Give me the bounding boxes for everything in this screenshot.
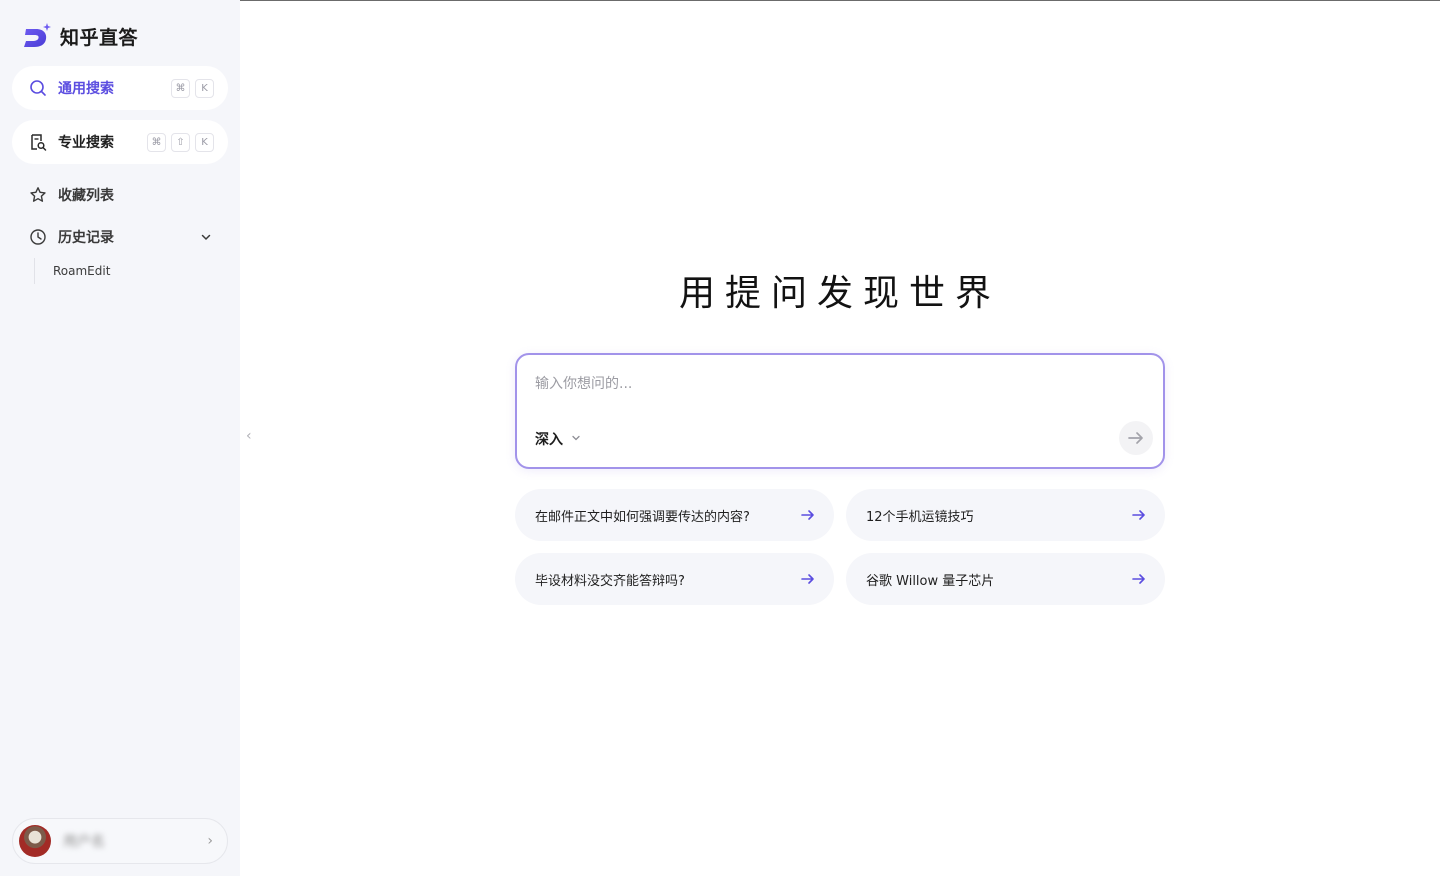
username: 用户名 [63,834,105,850]
shortcut-key: K [195,132,214,152]
history-list: RoamEdit [34,258,228,284]
favorites-label: 收藏列表 [58,188,114,204]
suggestion-item[interactable]: 在邮件正文中如何强调要传达的内容? [515,489,834,541]
clock-icon [28,227,48,247]
suggestion-item[interactable]: 毕设材料没交齐能答辩吗? [515,553,834,605]
history-label: 历史记录 [58,230,114,246]
collapse-sidebar-icon[interactable]: ‹ [246,428,252,444]
shortcut-key: ⌘ [171,78,190,98]
avatar [19,825,51,857]
history-nav-item[interactable]: 历史记录 [12,216,228,258]
pro-search-label: 专业搜索 [58,135,114,151]
brand-name: 知乎直答 [60,26,139,49]
arrow-right-icon [800,507,816,523]
ask-input[interactable] [535,373,1135,395]
star-icon [28,185,48,205]
suggestion-text: 毕设材料没交齐能答辩吗? [535,573,685,589]
search-icon [28,78,48,98]
user-profile-button[interactable]: 用户名 › [12,818,228,864]
ask-box: 深入 [515,353,1165,469]
arrow-right-icon [1131,507,1147,523]
chevron-down-icon [571,433,581,446]
mode-dropdown[interactable]: 深入 [535,429,581,449]
arrow-right-icon [1128,432,1143,444]
favorites-nav-item[interactable]: 收藏列表 [12,174,228,216]
shortcut-key: ⇧ [171,132,190,152]
zhida-logo-icon [24,23,51,47]
app-root: 知乎直答 通用搜索 ⌘ K 专业搜索 ⌘ ⇧ K 收藏列表 历史记录 RoamE… [0,0,1440,876]
arrow-right-icon [1131,571,1147,587]
chevron-down-icon[interactable] [200,228,212,247]
sidebar: 知乎直答 通用搜索 ⌘ K 专业搜索 ⌘ ⇧ K 收藏列表 历史记录 RoamE… [0,0,240,876]
main-content: ‹ 用提问发现世界 深入 在邮件正文中如何强调要传达的内容? 12个手机运镜技巧 [240,0,1440,876]
mode-label: 深入 [535,432,563,448]
history-entry[interactable]: RoamEdit [53,258,228,284]
page-title: 用提问发现世界 [678,273,1001,314]
suggestion-text: 在邮件正文中如何强调要传达的内容? [535,509,750,525]
document-search-icon [28,132,48,152]
chevron-right-icon: › [207,833,213,849]
general-search-button[interactable]: 通用搜索 ⌘ K [12,66,228,110]
suggestion-item[interactable]: 12个手机运镜技巧 [846,489,1165,541]
suggestion-grid: 在邮件正文中如何强调要传达的内容? 12个手机运镜技巧 毕设材料没交齐能答辩吗?… [515,489,1165,605]
suggestion-text: 12个手机运镜技巧 [866,509,974,525]
send-button[interactable] [1119,421,1153,455]
general-search-label: 通用搜索 [58,81,114,97]
arrow-right-icon [800,571,816,587]
suggestion-text: 谷歌 Willow 量子芯片 [866,573,995,589]
shortcut-key: K [195,78,214,98]
pro-search-button[interactable]: 专业搜索 ⌘ ⇧ K [12,120,228,164]
suggestion-item[interactable]: 谷歌 Willow 量子芯片 [846,553,1165,605]
shortcut-key: ⌘ [147,132,166,152]
brand[interactable]: 知乎直答 [12,0,228,72]
